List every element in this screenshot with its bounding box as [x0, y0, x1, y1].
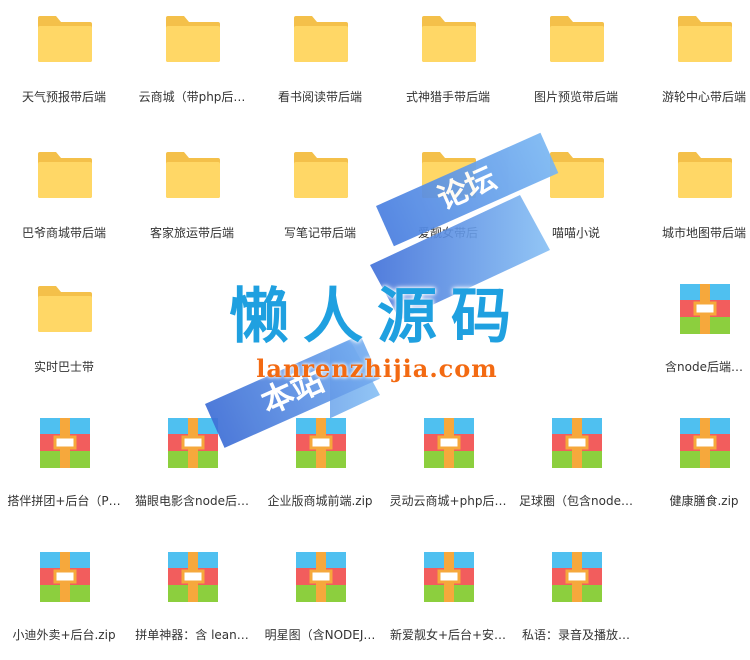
item-label: 天气预报带后端	[21, 90, 106, 104]
archive-item[interactable]: 猫眼电影含node后…	[128, 404, 256, 524]
archive-icon	[676, 284, 734, 334]
folder-item[interactable]: 天气预报带后端	[0, 0, 128, 120]
archive-item[interactable]: 足球圈（包含node…	[512, 404, 640, 524]
archive-icon	[292, 418, 350, 468]
item-label: 式神猎手带后端	[405, 90, 490, 104]
folder-icon	[676, 150, 734, 200]
archive-icon	[292, 552, 350, 602]
item-label: 实时巴士带	[33, 360, 94, 374]
item-label: 巴爷商城带后端	[21, 226, 106, 240]
folder-icon	[420, 14, 478, 64]
item-label: 城市地图带后端	[661, 226, 746, 240]
archive-item[interactable]: 小迪外卖+后台.zip	[0, 538, 128, 658]
archive-item[interactable]: 新爱靓女+后台+安…	[384, 538, 512, 658]
item-label: 新爱靓女+后台+安…	[389, 628, 507, 642]
item-label: 云商城（带php后…	[138, 90, 246, 104]
item-label: 搭伴拼团+后台（P…	[7, 494, 121, 508]
archive-item[interactable]: 明星图（含NODEJ…	[256, 538, 384, 658]
archive-icon	[420, 418, 478, 468]
item-label: 写笔记带后端	[283, 226, 356, 240]
item-label: 小迪外卖+后台.zip	[12, 628, 116, 642]
item-label: 足球圈（包含node…	[519, 494, 633, 508]
folder-icon	[292, 150, 350, 200]
archive-item[interactable]: 私语：录音及播放…	[512, 538, 640, 658]
item-label: 灵动云商城+php后…	[389, 494, 507, 508]
archive-icon	[36, 418, 94, 468]
item-label: 含node后端…	[665, 360, 743, 374]
folder-item[interactable]: 客家旅运带后端	[128, 136, 256, 256]
item-label: 健康膳食.zip	[669, 494, 739, 508]
folder-item[interactable]: 游轮中心带后端	[640, 0, 750, 120]
folder-item[interactable]: 图片预览带后端	[512, 0, 640, 120]
folder-item[interactable]: 写笔记带后端	[256, 136, 384, 256]
archive-item[interactable]: 含node后端…	[640, 270, 750, 390]
folder-item[interactable]: 爱靓女带后	[384, 136, 512, 256]
folder-icon	[36, 284, 94, 334]
archive-icon	[164, 418, 222, 468]
archive-icon	[36, 552, 94, 602]
archive-item[interactable]: 灵动云商城+php后…	[384, 404, 512, 524]
folder-icon	[36, 14, 94, 64]
archive-icon	[420, 552, 478, 602]
item-label: 爱靓女带后	[417, 226, 478, 240]
folder-icon	[548, 150, 606, 200]
item-label: 游轮中心带后端	[661, 90, 746, 104]
archive-icon	[164, 552, 222, 602]
item-label: 企业版商城前端.zip	[267, 494, 373, 508]
folder-icon	[164, 150, 222, 200]
item-label: 图片预览带后端	[533, 90, 618, 104]
folder-icon	[420, 150, 478, 200]
archive-item[interactable]: 拼单神器：含 lean…	[128, 538, 256, 658]
folder-item[interactable]: 喵喵小说	[512, 136, 640, 256]
folder-item[interactable]: 式神猎手带后端	[384, 0, 512, 120]
folder-icon	[164, 14, 222, 64]
folder-item[interactable]: 看书阅读带后端	[256, 0, 384, 120]
folder-item[interactable]: 云商城（带php后…	[128, 0, 256, 120]
folder-icon	[676, 14, 734, 64]
item-label: 拼单神器：含 lean…	[135, 628, 249, 642]
archive-item[interactable]: 搭伴拼团+后台（P…	[0, 404, 128, 524]
item-label: 猫眼电影含node后…	[135, 494, 249, 508]
archive-item[interactable]: 健康膳食.zip	[640, 404, 750, 524]
item-label: 看书阅读带后端	[277, 90, 362, 104]
item-label: 明星图（含NODEJ…	[264, 628, 376, 642]
archive-item[interactable]: 企业版商城前端.zip	[256, 404, 384, 524]
archive-icon	[548, 418, 606, 468]
folder-icon	[548, 14, 606, 64]
item-label: 私语：录音及播放…	[521, 628, 630, 642]
item-label: 喵喵小说	[551, 226, 600, 240]
folder-icon	[292, 14, 350, 64]
archive-icon	[548, 552, 606, 602]
folder-item[interactable]: 巴爷商城带后端	[0, 136, 128, 256]
item-label: 客家旅运带后端	[149, 226, 234, 240]
folder-item[interactable]: 实时巴士带	[0, 270, 128, 390]
folder-icon	[36, 150, 94, 200]
folder-item[interactable]: 城市地图带后端	[640, 136, 750, 256]
file-grid: 天气预报带后端 云商城（带php后… 看书阅读带后端 式神猎手带后端 图片预览带后端 游轮…	[0, 0, 750, 660]
archive-icon	[676, 418, 734, 468]
